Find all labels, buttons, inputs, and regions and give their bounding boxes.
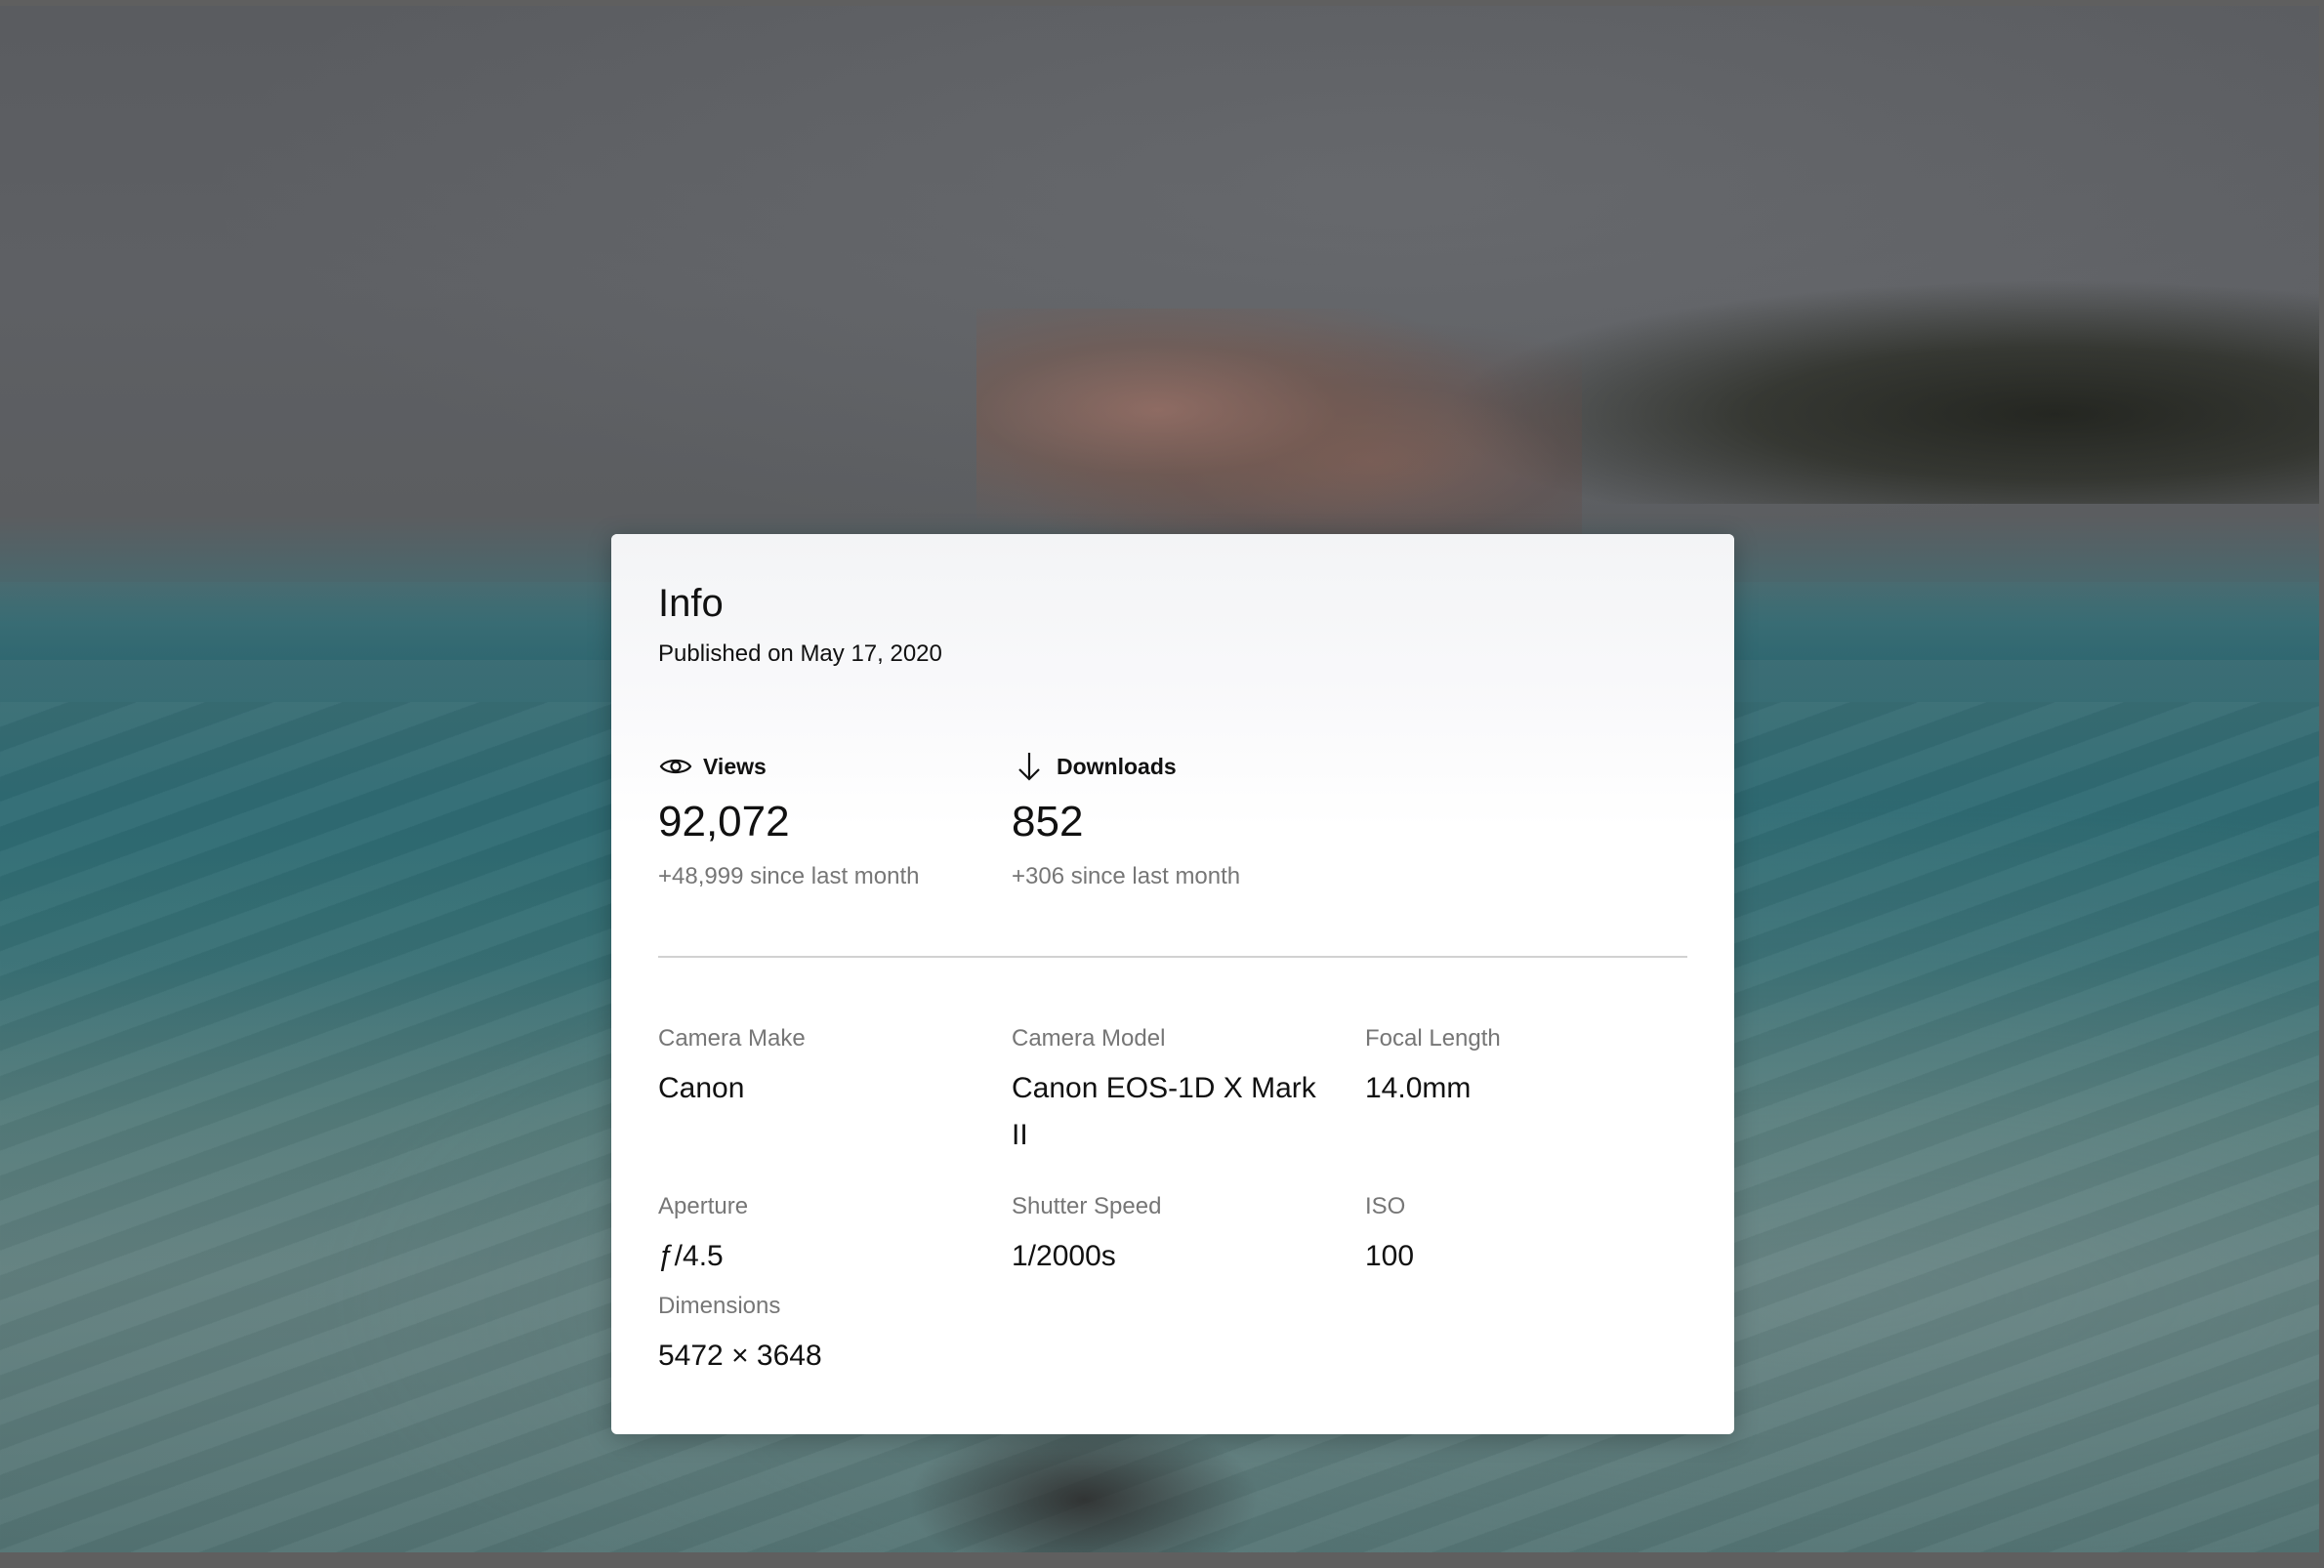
downloads-label: Downloads [1057, 753, 1177, 779]
downloads-stat: Downloads 852 +306 since last month [1012, 749, 1365, 891]
focal-length-spec: Focal Length 14.0mm [1365, 1024, 1687, 1159]
downloads-delta: +306 since last month [1012, 863, 1241, 889]
focal-length-label: Focal Length [1365, 1025, 1501, 1052]
aperture-label: Aperture [658, 1193, 749, 1219]
info-modal: Info Published on May 17, 2020 Views 92,… [611, 534, 1734, 1434]
views-delta: +48,999 since last month [658, 863, 920, 889]
focal-length-value: 14.0mm [1365, 1072, 1472, 1104]
dimensions-value: 5472 × 3648 [658, 1340, 822, 1372]
views-header: Views [658, 749, 1012, 784]
camera-make-value: Canon [658, 1072, 745, 1104]
aperture-spec: Aperture ƒ/4.5 [658, 1192, 1012, 1280]
camera-make-label: Camera Make [658, 1025, 806, 1052]
aperture-value: ƒ/4.5 [658, 1240, 724, 1272]
eye-icon [658, 749, 693, 784]
camera-model-spec: Camera Model Canon EOS-1D X Mark II [1012, 1024, 1365, 1159]
views-value: 92,072 [658, 798, 790, 846]
shutter-speed-label: Shutter Speed [1012, 1193, 1162, 1219]
published-date: Published on May 17, 2020 [658, 640, 942, 667]
camera-model-value: Canon EOS-1D X Mark II [1012, 1072, 1316, 1151]
iso-spec: ISO 100 [1365, 1192, 1687, 1280]
iso-value: 100 [1365, 1240, 1415, 1272]
views-stat: Views 92,072 +48,999 since last month [658, 749, 1012, 891]
shutter-speed-value: 1/2000s [1012, 1240, 1116, 1272]
arrow-down-icon [1012, 749, 1047, 784]
dimensions-label: Dimensions [658, 1293, 781, 1319]
shutter-speed-spec: Shutter Speed 1/2000s [1012, 1192, 1365, 1280]
camera-model-label: Camera Model [1012, 1025, 1166, 1052]
dimensions-spec: Dimensions 5472 × 3648 [658, 1292, 1012, 1380]
views-label: Views [703, 753, 767, 779]
exif-specs: Camera Make Canon Camera Model Canon EOS… [658, 1024, 1687, 1380]
downloads-header: Downloads [1012, 749, 1365, 784]
modal-title: Info [658, 582, 724, 625]
photo-subject [976, 309, 1582, 562]
section-divider [658, 956, 1687, 958]
downloads-value: 852 [1012, 798, 1084, 846]
stats-row: Views 92,072 +48,999 since last month Do… [658, 749, 1687, 891]
camera-make-spec: Camera Make Canon [658, 1024, 1012, 1159]
info-modal-content: Info Published on May 17, 2020 Views 92,… [611, 534, 1734, 1380]
iso-label: ISO [1365, 1193, 1406, 1219]
